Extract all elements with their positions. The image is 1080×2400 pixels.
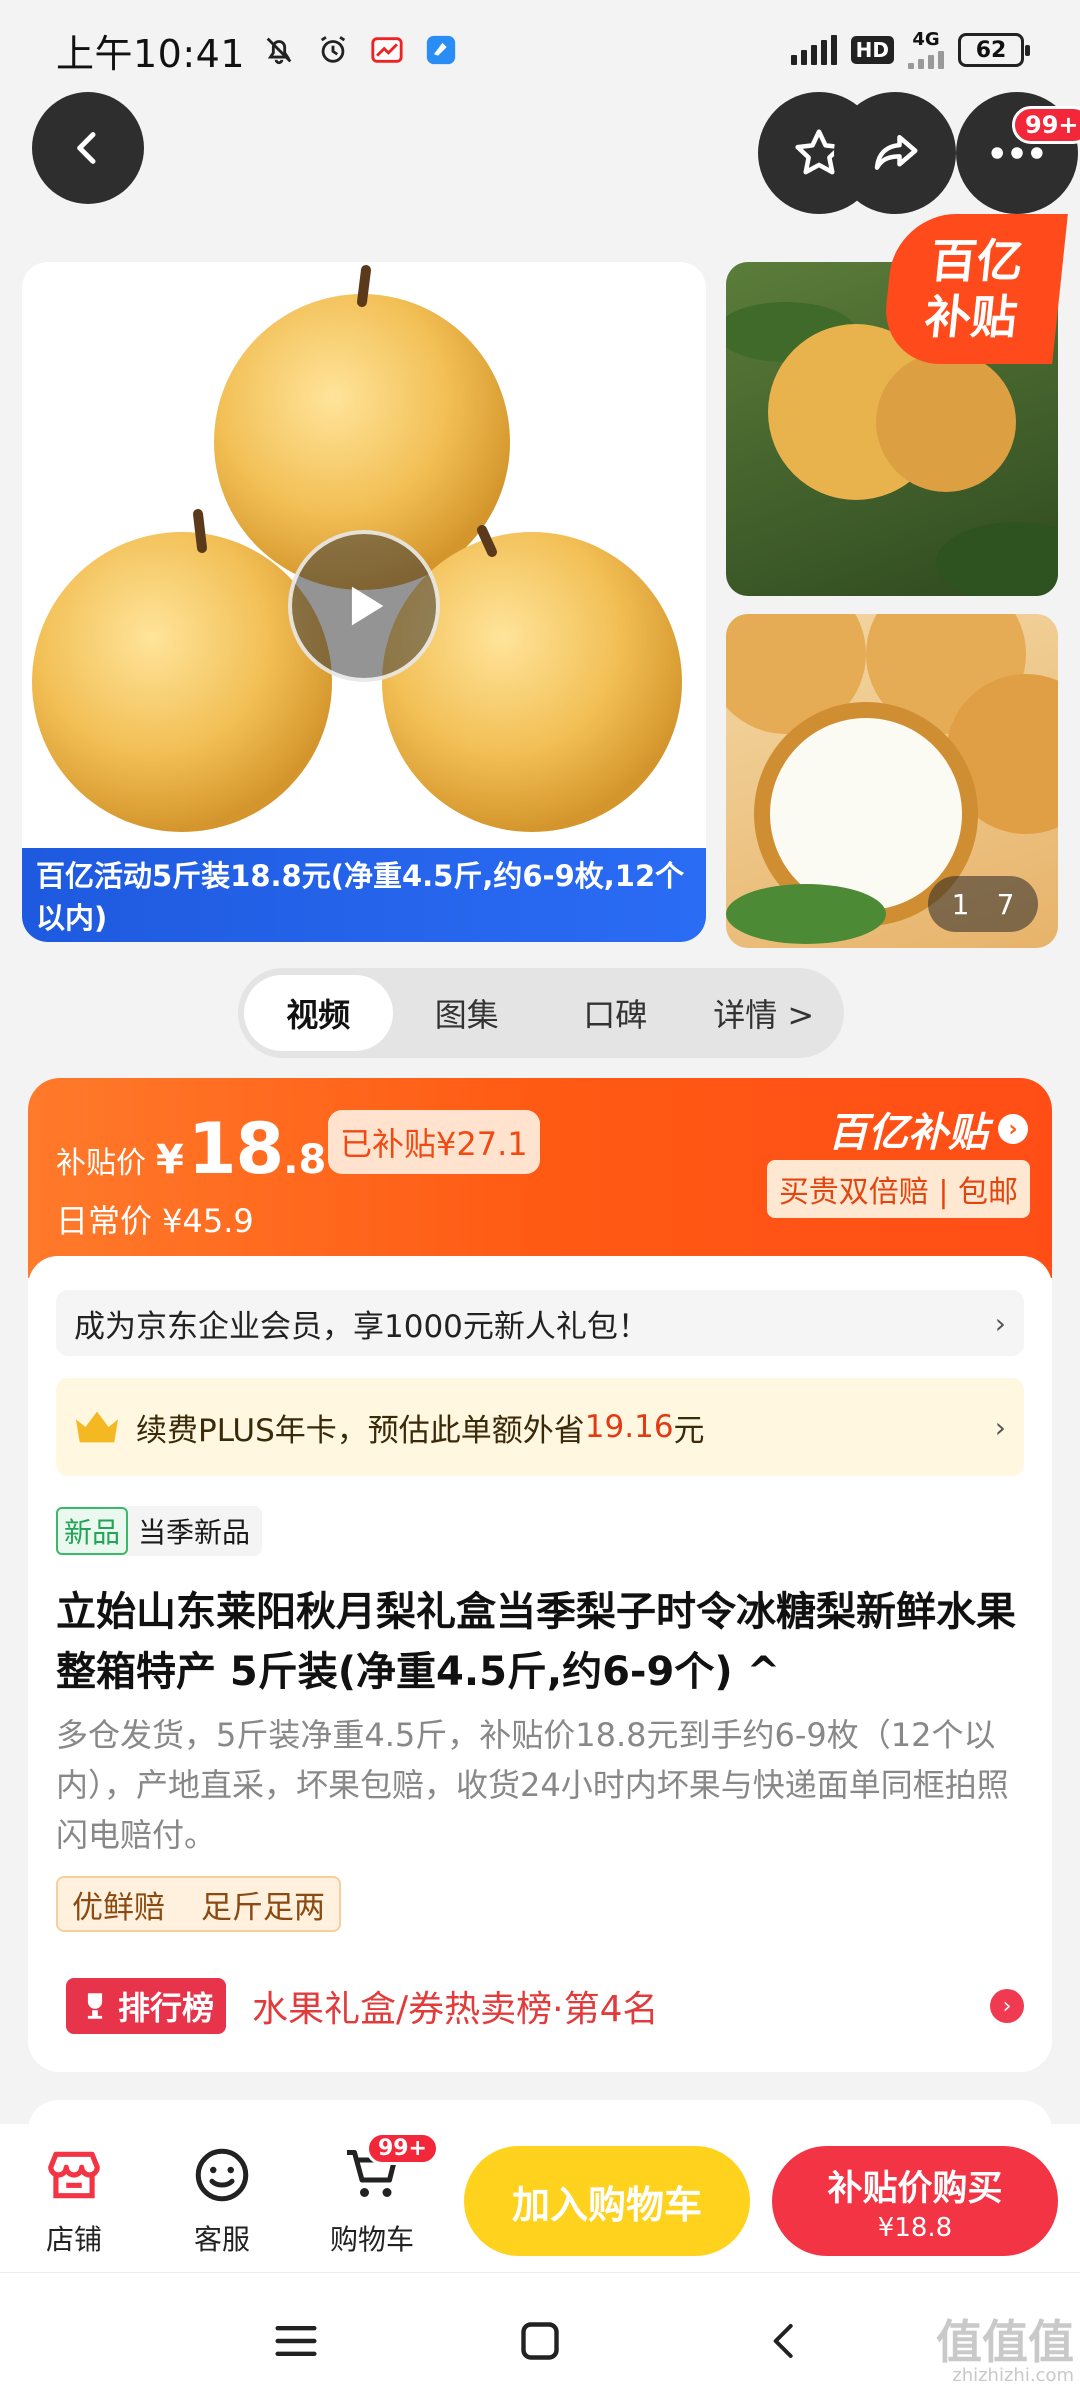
plus-promo-amount: 19.16 <box>584 1409 674 1445</box>
guarantee-weight: 足斤足两 <box>201 1889 325 1926</box>
service-guarantees[interactable]: 优鲜赔 足斤足两 <box>56 1876 341 1932</box>
subsidy-guarantee: 买贵双倍赔 | 包邮 <box>766 1160 1030 1218</box>
signal-icon <box>790 35 837 65</box>
tab-video[interactable]: 视频 <box>244 975 393 1051</box>
ranking-row[interactable]: 排行榜 水果礼盒/券热卖榜·第4名 › <box>66 1974 1024 2038</box>
product-info-card: 补贴价 ¥ 18 .8 已补贴¥27.1 日常价 ¥45.9 百亿补贴 › 买贵… <box>28 1078 1052 2072</box>
hd-indicator: HD <box>850 36 894 64</box>
plus-promo-suffix: 元 <box>673 1412 705 1449</box>
status-notification-icons <box>259 30 461 70</box>
system-navigation-bar: 值值值 zhizhizhi.com <box>0 2272 1080 2400</box>
status-bar: 上午10:41 HD 4G 62 <box>0 0 1080 100</box>
bottom-action-bar: 店铺 客服 99+ 购物车 加入购物车 补贴价购买 ¥18.8 <box>0 2124 1080 2272</box>
new-badge: 新品 <box>56 1507 129 1555</box>
plus-promo-row[interactable]: 续费PLUS年卡，预估此单额外省 19.16 元 › <box>56 1378 1024 1476</box>
add-to-cart-button[interactable]: 加入购物车 <box>464 2146 750 2256</box>
product-gallery[interactable]: 百亿活动5斤装18.8元(净重4.5斤,约6-9枚,12个以内) 1 7 <box>22 262 1058 948</box>
subsidy-corner-badge: 百亿 补贴 <box>880 214 1068 364</box>
watermark-main: 值值值 <box>936 2315 1074 2369</box>
status-time: 上午10:41 <box>56 31 246 76</box>
home-square-icon <box>521 2322 559 2360</box>
corner-badge-line2: 补贴 <box>922 290 1020 344</box>
new-label: 当季新品 <box>138 1516 251 1549</box>
subsidy-amount-tag: 已补贴¥27.1 <box>328 1110 540 1174</box>
corner-badge-line1: 百亿 <box>928 234 1026 288</box>
new-product-tag: 新品 当季新品 <box>56 1506 263 1556</box>
trophy-icon <box>87 1993 103 2019</box>
system-back-button[interactable] <box>754 2311 814 2371</box>
guarantee-fresh: 优鲜赔 <box>72 1889 165 1926</box>
play-video-button[interactable] <box>288 530 440 682</box>
ranking-badge: 排行榜 <box>66 1978 227 2034</box>
regular-price: 日常价 ¥45.9 <box>56 1202 254 1240</box>
buy-now-button[interactable]: 补贴价购买 ¥18.8 <box>772 2146 1058 2256</box>
cart-label: 购物车 <box>329 2223 414 2256</box>
main-image-caption: 百亿活动5斤装18.8元(净重4.5斤,约6-9枚,12个以内) <box>22 848 706 942</box>
price-decimal: .8 <box>283 1137 327 1183</box>
chevron-right-icon: › <box>994 1410 1006 1444</box>
cart-count-badge: 99+ <box>365 2132 439 2165</box>
status-system-icons: HD 4G 62 <box>790 31 1030 69</box>
ranking-badge-label: 排行榜 <box>118 1989 215 2027</box>
product-description: 多仓发货，5斤装净重4.5斤，补贴价18.8元到手约6-9枚（12个以内），产地… <box>56 1716 1009 1854</box>
subsidy-price: 补贴价 ¥ 18 .8 <box>56 1108 326 1190</box>
member-promo-text: 成为京东企业会员，享1000元新人礼包！ <box>74 1308 649 1345</box>
mobile-data-indicator: 4G <box>908 31 944 69</box>
more-badge: 99+ <box>1012 106 1080 144</box>
tab-reviews[interactable]: 口碑 <box>541 975 690 1051</box>
signal-2-icon <box>908 49 944 69</box>
tab-gallery[interactable]: 图集 <box>393 975 542 1051</box>
share-button[interactable] <box>834 92 956 214</box>
card-body: 成为京东企业会员，享1000元新人礼包！ › 续费PLUS年卡，预估此单额外省 … <box>28 1256 1052 2072</box>
smile-chat-icon <box>189 2142 255 2208</box>
bell-off-icon <box>259 30 299 70</box>
gallery-counter: 1 7 <box>928 876 1038 932</box>
message-app-icon <box>421 30 461 70</box>
cart-icon: 99+ <box>339 2132 439 2208</box>
back-button[interactable] <box>32 92 144 204</box>
chevron-right-icon: › <box>990 1989 1024 2023</box>
store-button[interactable]: 店铺 <box>14 2142 134 2258</box>
home-button[interactable] <box>510 2311 570 2371</box>
crown-icon <box>75 1411 119 1443</box>
site-watermark: 值值值 zhizhizhi.com <box>936 2319 1074 2387</box>
more-dots-icon <box>991 147 1043 159</box>
battery-indicator: 62 <box>958 33 1030 67</box>
system-back-icon <box>773 2324 793 2358</box>
tab-details[interactable]: 详情 > <box>690 975 839 1051</box>
price-header: 补贴价 ¥ 18 .8 已补贴¥27.1 日常价 ¥45.9 百亿补贴 › 买贵… <box>28 1078 1052 1278</box>
cart-button[interactable]: 99+ 购物车 <box>312 2132 439 2258</box>
chevron-right-icon: › <box>994 1306 1006 1340</box>
menu-button[interactable] <box>266 2311 326 2371</box>
member-promo-row[interactable]: 成为京东企业会员，享1000元新人礼包！ › <box>56 1290 1024 1356</box>
currency-symbol: ¥ <box>156 1137 184 1183</box>
counter-current: 1 <box>951 887 970 921</box>
product-title[interactable]: 立始山东莱阳秋月梨礼盒当季梨子时令冰糖梨新鲜水果整箱特产 5斤装(净重4.5斤,… <box>56 1582 1024 1702</box>
customer-service-label: 客服 <box>193 2223 250 2256</box>
buy-now-price: ¥18.8 <box>877 2212 953 2243</box>
store-label: 店铺 <box>45 2223 102 2256</box>
store-icon <box>41 2142 107 2208</box>
ranking-text: 水果礼盒/券热卖榜·第4名 <box>252 1989 659 2030</box>
plus-promo-prefix: 续费PLUS年卡，预估此单额外省 <box>136 1412 585 1449</box>
network-type: 4G <box>912 29 940 50</box>
share-icon <box>874 135 918 170</box>
counter-total: 7 <box>996 887 1015 921</box>
play-icon <box>351 586 384 626</box>
alarm-clock-icon <box>313 30 353 70</box>
buy-now-label: 补贴价购买 <box>827 2168 1003 2209</box>
thumbnail-pear-cut[interactable]: 1 7 <box>726 614 1058 948</box>
subsidy-brand-link[interactable]: 百亿补贴 › <box>828 1100 1028 1158</box>
back-arrow-icon <box>77 132 96 164</box>
main-product-video[interactable]: 百亿活动5斤装18.8元(净重4.5斤,约6-9枚,12个以内) <box>22 262 706 942</box>
price-integer: 18 <box>187 1108 284 1190</box>
chevron-right-icon: › <box>998 1114 1028 1144</box>
subsidy-brand-text: 百亿补贴 <box>828 1110 988 1156</box>
subsidy-price-label: 补贴价 <box>56 1146 146 1181</box>
stock-app-icon <box>367 30 407 70</box>
customer-service-button[interactable]: 客服 <box>162 2142 282 2258</box>
media-tabs: 视频 图集 口碑 详情 > <box>238 968 844 1058</box>
menu-icon <box>275 2325 317 2357</box>
watermark-url: zhizhizhi.com <box>952 2365 1074 2386</box>
